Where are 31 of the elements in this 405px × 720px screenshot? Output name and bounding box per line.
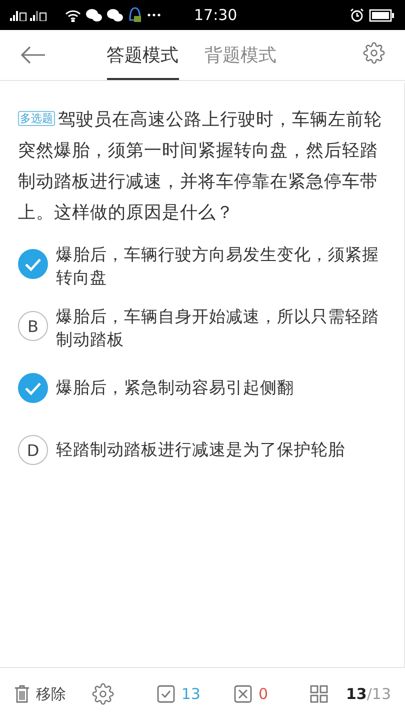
option-text[interactable]: 轻踏制动踏板进行减速是为了保护轮胎 [56,438,345,461]
status-time: 17:30 [194,6,238,24]
back-arrow-icon[interactable] [20,46,46,64]
wifi-icon [65,8,81,22]
penguin-icon [128,7,142,23]
more-icon [147,13,161,17]
correct-count: 13 [181,685,200,703]
current-number: 13 [346,685,367,703]
battery-icon [369,8,395,22]
option-text[interactable]: 爆胎后，车辆行驶方向易发生变化，须紧握转向盘 [56,243,384,289]
total-number: /13 [366,685,391,703]
option-letter[interactable]: B [18,311,48,341]
checkbox-icon [157,685,176,703]
settings-icon[interactable] [92,683,114,705]
cross-box-icon [234,685,252,703]
check-icon[interactable] [18,373,48,403]
mode-tab[interactable]: 背题模式 [204,30,276,80]
wrong-count: 0 [258,685,268,703]
remove-label[interactable]: 移除 [36,684,66,704]
chat-icon [107,8,123,22]
trash-icon[interactable] [14,685,30,703]
option-text[interactable]: 爆胎后，车辆自身开始减速，所以只需轻踏制动踏板 [56,305,384,351]
option-text[interactable]: 爆胎后，紧急制动容易引起侧翻 [56,376,294,399]
settings-icon[interactable] [363,42,385,64]
grid-icon[interactable] [310,685,328,703]
check-icon[interactable] [18,249,48,279]
question-text: $^{多选题}$ 驾驶员在高速公路上行驶时，车辆左前轮突然爆胎，须第一时间紧握转向盘，然后轻踏制动踏板进行减速，并将车停靠在紧急停车带上。这样做的原因是什么？ [18,109,383,225]
option-letter[interactable]: D [18,435,48,465]
alarm-icon [350,8,364,22]
mode-tab[interactable]: 答题模式 [106,30,178,80]
chat-icon [86,8,102,22]
